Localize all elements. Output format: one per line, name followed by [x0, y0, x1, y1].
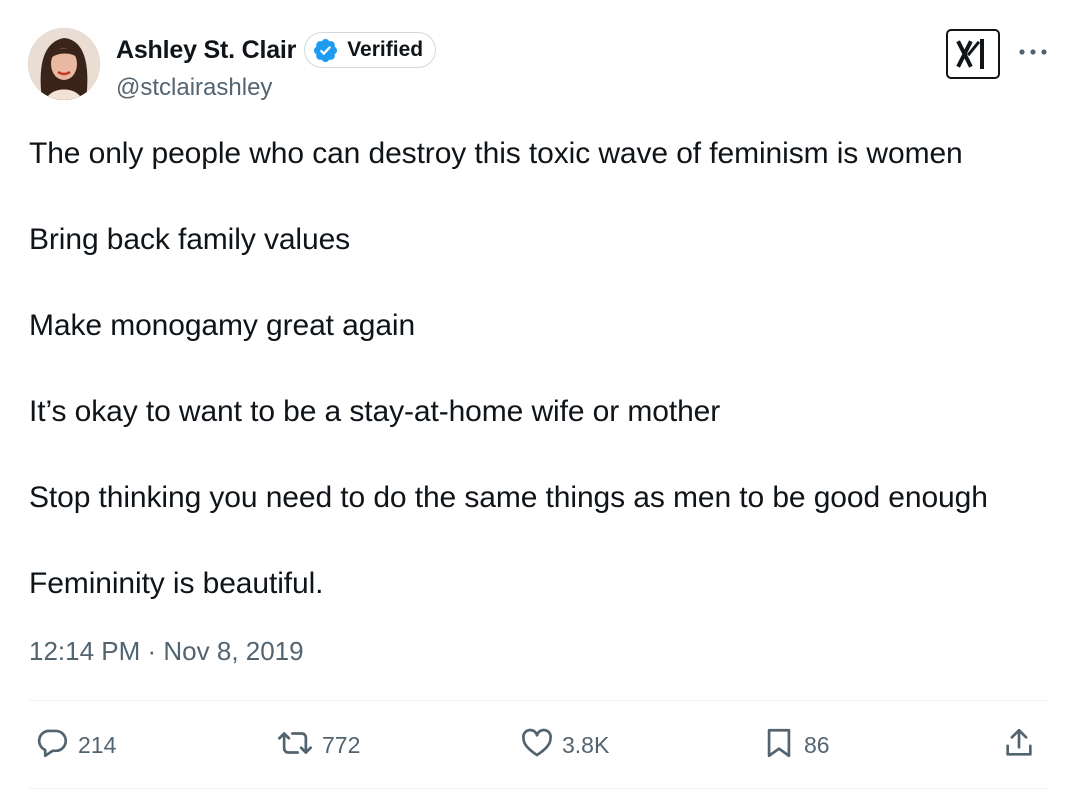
verified-badge-icon [312, 37, 339, 64]
action-bar: 214 772 3.8K 86 [36, 722, 1046, 768]
like-icon [520, 726, 554, 765]
like-button[interactable]: 3.8K [520, 722, 609, 768]
bookmark-button[interactable]: 86 [762, 722, 830, 768]
reply-icon [36, 726, 70, 765]
author-handle[interactable]: @stclairashley [116, 74, 436, 102]
display-name[interactable]: Ashley St. Clair [116, 36, 296, 65]
tweet-paragraph: It’s okay to want to be a stay-at-home w… [29, 395, 721, 428]
tweet-card: Ashley St. Clair Verified @stclairashley [0, 0, 1086, 808]
avatar[interactable] [28, 28, 100, 100]
more-options-icon[interactable] [1016, 38, 1050, 66]
repost-count: 772 [322, 731, 361, 758]
share-button[interactable] [1002, 722, 1036, 768]
tweet-paragraph: Femininity is beautiful. [29, 567, 324, 600]
reply-button[interactable]: 214 [36, 722, 116, 768]
tweet-paragraph: Make monogamy great again [29, 309, 416, 342]
name-row: Ashley St. Clair Verified [116, 30, 437, 70]
tweet-header: Ashley St. Clair Verified @stclairashley [28, 28, 437, 102]
tweet-paragraph: The only people who can destroy this tox… [29, 137, 963, 170]
repost-icon [276, 726, 314, 765]
bookmark-icon [762, 726, 796, 765]
verified-label: Verified [347, 38, 424, 61]
divider [28, 700, 1048, 701]
share-icon [1002, 726, 1036, 765]
like-count: 3.8K [562, 731, 610, 758]
bookmark-count: 86 [804, 731, 830, 758]
repost-button[interactable]: 772 [276, 722, 360, 768]
reply-count: 214 [78, 731, 117, 758]
tweet-text: The only people who can destroy this tox… [29, 132, 1069, 648]
verified-pill[interactable]: Verified [304, 32, 437, 68]
author-names: Ashley St. Clair Verified @stclairashley [116, 30, 437, 102]
tweet-paragraph: Stop thinking you need to do the same th… [29, 481, 988, 514]
divider [28, 788, 1048, 789]
x-logo-icon[interactable] [946, 29, 1000, 79]
tweet-paragraph: Bring back family values [29, 223, 351, 256]
tweet-timestamp[interactable]: 12:14 PM · Nov 8, 2019 [29, 636, 304, 667]
